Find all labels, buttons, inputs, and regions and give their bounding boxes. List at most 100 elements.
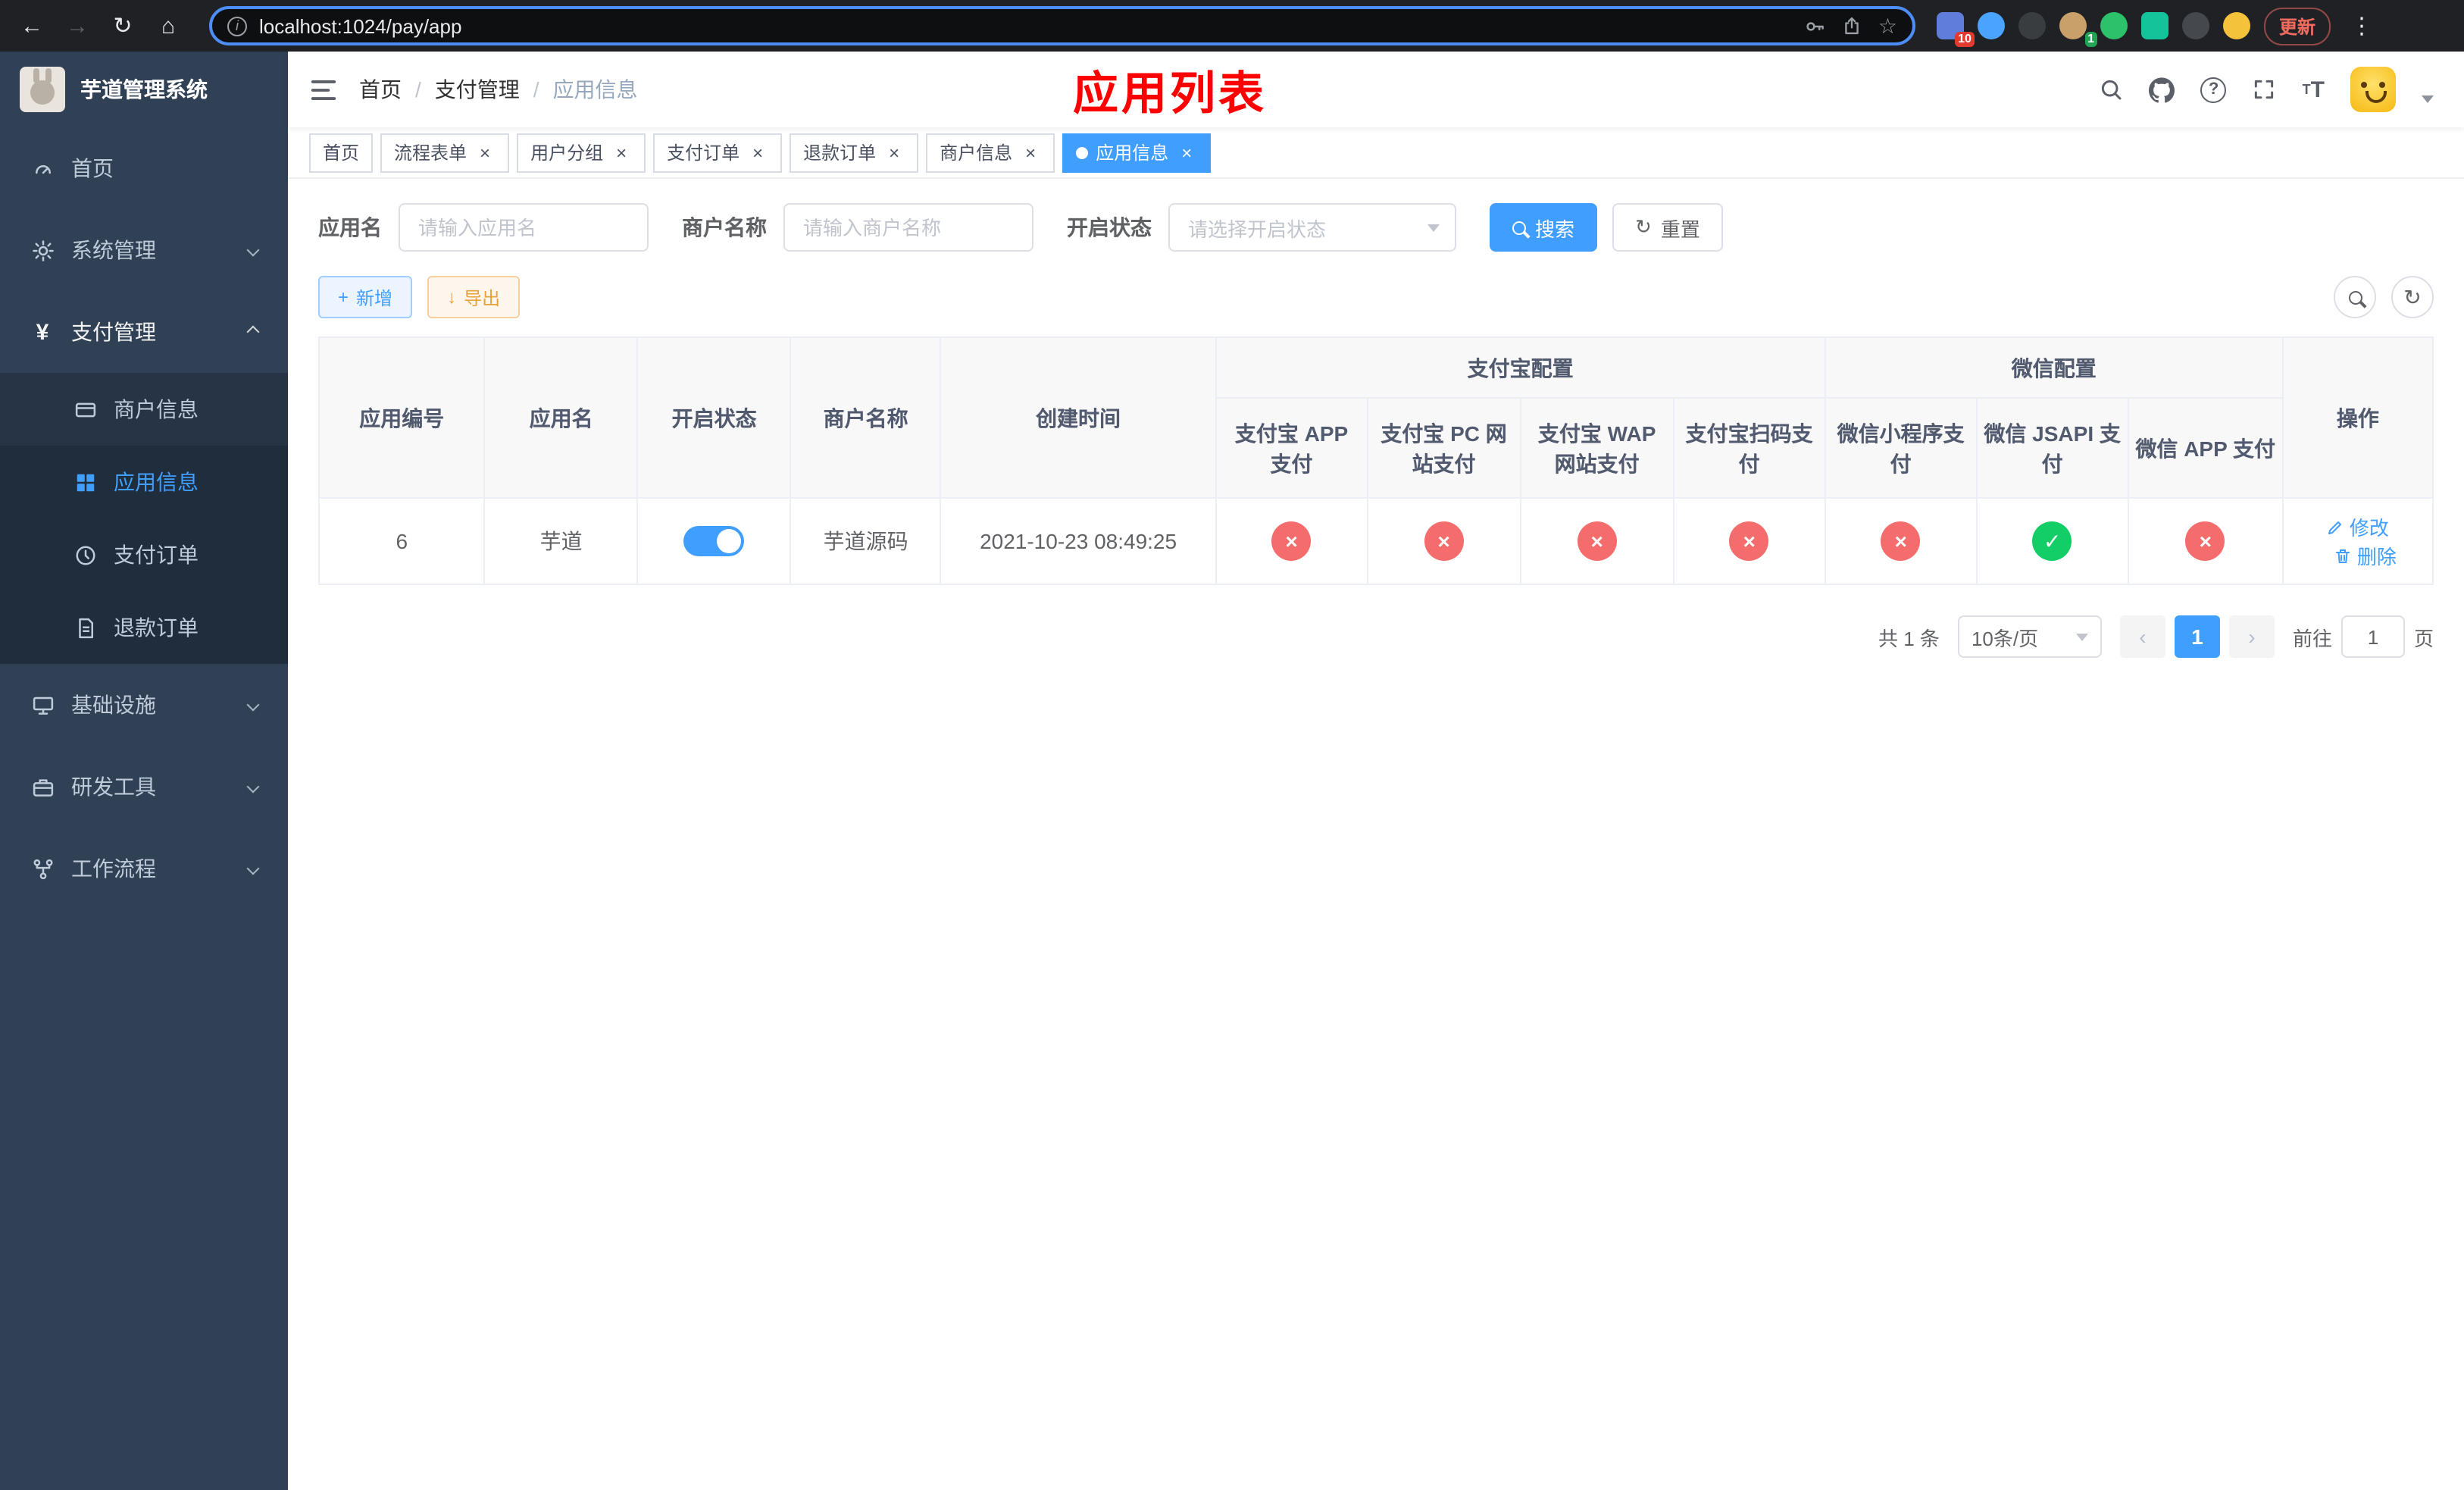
site-info-icon[interactable]: i [227,16,247,36]
chrome-update-button[interactable]: 更新 [2263,7,2331,45]
bookmark-star-icon[interactable]: ☆ [1878,13,1897,39]
close-icon[interactable]: × [747,142,768,163]
sidebar-item-dev-tools[interactable]: 研发工具 [0,746,288,828]
tab-label: 商户信息 [940,142,1013,164]
close-icon[interactable]: × [883,142,905,163]
sidebar-item-home[interactable]: 首页 [0,127,288,209]
tab-app-info[interactable]: 应用信息 × [1062,133,1212,172]
extension-icon[interactable]: 10 [1936,12,1975,47]
url-bar-actions: ☆ [1804,13,1897,39]
page-size-select[interactable]: 10条/页 [1957,615,2102,658]
password-key-icon[interactable] [1804,14,1827,37]
page-number-button[interactable]: 1 [2174,615,2220,658]
share-icon[interactable] [1842,15,1863,36]
extension-icon[interactable] [2018,12,2046,39]
filter-form: 应用名 商户名称 开启状态 请选择开启状态 [318,203,2434,252]
alipay-qr-status-icon: × [1729,521,1769,561]
avatar[interactable] [2350,67,2396,112]
avatar-dropdown-caret[interactable] [2422,95,2434,102]
wx-jsapi-status-icon: ✓ [2032,521,2072,561]
extension-icon[interactable] [1977,12,2005,39]
breadcrumb-payment[interactable]: 支付管理 [435,74,520,105]
search-icon [1512,221,1526,234]
status-select-placeholder: 请选择开启状态 [1188,218,1327,240]
sidebar-item-label: 应用信息 [114,470,199,494]
tab-payment-orders[interactable]: 支付订单 × [653,133,783,172]
col-wx-mini: 微信小程序支付 [1824,397,1978,499]
sidebar-item-workflow[interactable]: 工作流程 [0,828,288,909]
goto-suffix: 页 [2413,627,2434,650]
page-title: 应用列表 [1073,70,1267,120]
sidebar-item-label: 首页 [71,156,114,180]
cell-merchant: 芋道源码 [790,497,942,585]
browser-menu-icon[interactable]: ⋮ [2344,12,2379,39]
col-alipay-app: 支付宝 APP 支付 [1215,397,1368,499]
active-tab-dot [1076,146,1089,158]
merchant-name-input[interactable] [783,203,1033,252]
goto-page-input[interactable] [2340,615,2405,658]
dashboard-icon [30,157,55,180]
tab-user-group[interactable]: 用户分组 × [517,133,646,172]
sidebar-item-payment[interactable]: ¥ 支付管理 [0,291,288,373]
hamburger-icon[interactable] [309,75,338,104]
sidebar-item-system[interactable]: 系统管理 [0,209,288,291]
sidebar-item-app-info[interactable]: 应用信息 [0,446,288,518]
tab-label: 首页 [323,142,360,164]
sidebar-item-infrastructure[interactable]: 基础设施 [0,664,288,746]
reset-button[interactable]: ↻ 重置 [1612,203,1723,252]
tab-merchant-info[interactable]: 商户信息 × [926,133,1055,172]
edit-button[interactable]: 修改 [2327,512,2389,541]
fullscreen-icon[interactable] [2253,77,2277,102]
delete-button[interactable]: 删除 [2334,541,2397,570]
app-logo-row[interactable]: 芋道管理系统 [0,52,288,127]
breadcrumb-separator: / [533,77,539,102]
toggle-search-button[interactable] [2334,276,2376,318]
alipay-wap-status-icon: × [1577,521,1617,561]
tab-refund-orders[interactable]: 退款订单 × [790,133,919,172]
close-icon[interactable]: × [611,142,632,163]
extension-icon[interactable] [2140,12,2169,39]
page-content: 应用名 商户名称 开启状态 请选择开启状态 [288,179,2464,1490]
back-icon[interactable]: ← [12,6,52,45]
sidebar-item-payment-orders[interactable]: 支付订单 [0,518,288,591]
status-switch[interactable] [683,526,745,556]
search-icon[interactable] [2100,77,2124,102]
next-page-button[interactable]: › [2228,615,2275,658]
extension-icon[interactable] [2222,12,2250,39]
app-name-input[interactable] [399,203,649,252]
pagination: 共 1 条 10条/页 ‹ 1 › 前往 页 [318,615,2434,658]
extension-icon[interactable] [2100,12,2128,39]
close-icon[interactable]: × [474,142,496,163]
refresh-button[interactable]: ↻ [2391,276,2434,318]
reload-icon[interactable]: ↻ [103,6,142,45]
font-size-icon[interactable]: TT [2303,78,2325,101]
credit-card-icon [73,398,97,421]
sidebar-item-label: 基础设施 [71,693,156,717]
download-icon: ↓ [447,286,457,308]
sidebar-item-merchant-info[interactable]: 商户信息 [0,373,288,446]
col-actions: 操作 [2281,337,2434,499]
prev-page-button[interactable]: ‹ [2119,615,2165,658]
forward-icon[interactable]: → [58,6,97,45]
status-select[interactable]: 请选择开启状态 [1168,203,1456,252]
url-text: localhost:1024/pay/app [259,14,462,37]
close-icon[interactable]: × [1176,142,1197,163]
breadcrumb-home[interactable]: 首页 [359,74,402,105]
url-bar[interactable]: i localhost:1024/pay/app ☆ [209,6,1915,45]
tab-home[interactable]: 首页 [309,133,374,172]
table-toolbar: + 新增 ↓ 导出 ↻ [318,276,2434,318]
add-button[interactable]: + 新增 [318,276,413,318]
search-button[interactable]: 搜索 [1490,203,1598,252]
extension-icon[interactable] [2181,12,2209,39]
tab-process-form[interactable]: 流程表单 × [380,133,510,172]
help-icon[interactable]: ? [2200,77,2227,102]
github-icon[interactable] [2149,77,2175,102]
close-icon[interactable]: × [1020,142,1041,163]
plus-icon: + [338,286,349,308]
col-app-name: 应用名 [483,337,639,499]
search-icon [2348,290,2362,304]
extension-icon[interactable]: 1 [2059,12,2097,47]
export-button[interactable]: ↓ 导出 [427,276,521,318]
home-icon[interactable]: ⌂ [149,6,188,45]
sidebar-item-refund-orders[interactable]: 退款订单 [0,591,288,664]
